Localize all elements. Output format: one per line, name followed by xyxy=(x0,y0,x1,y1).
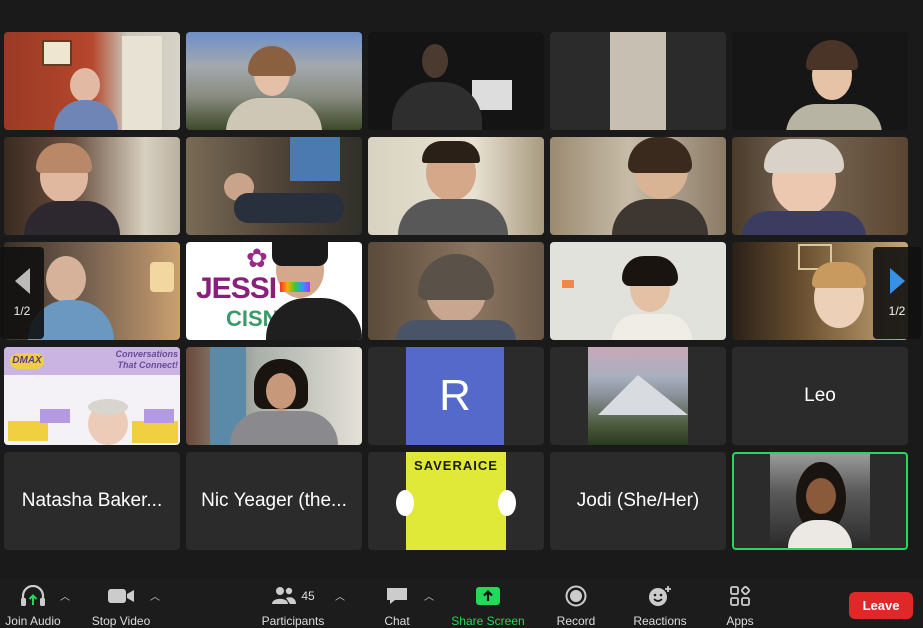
video-tile[interactable]: Natasha Baker... xyxy=(4,452,180,550)
video-tile[interactable]: Jodi (She/Her) xyxy=(550,452,726,550)
leave-button[interactable]: Leave xyxy=(849,592,913,619)
dmax-logo: DMAX xyxy=(10,353,44,369)
profile-picture: SAVERAICE xyxy=(396,452,516,550)
participant-avatar: R xyxy=(406,347,504,445)
chat-bubble-icon xyxy=(385,584,409,608)
apps-button[interactable]: Apps xyxy=(722,584,758,628)
video-tile[interactable] xyxy=(4,137,180,235)
video-tile[interactable]: SAVERAICE xyxy=(368,452,544,550)
participant-name: Jodi (She/Her) xyxy=(576,490,700,511)
video-grid: ✿ JESSI CISN DMAX Conversations That Con… xyxy=(0,0,923,578)
video-tile[interactable] xyxy=(186,347,362,445)
video-tile[interactable] xyxy=(4,32,180,130)
page-indicator: 1/2 xyxy=(13,304,31,318)
video-tile[interactable] xyxy=(368,32,544,130)
audio-options-caret[interactable]: ︿ xyxy=(60,588,70,603)
profile-picture xyxy=(770,454,870,548)
video-tile[interactable] xyxy=(550,347,726,445)
record-icon xyxy=(565,584,587,608)
video-tile[interactable]: Leo xyxy=(732,347,908,445)
video-tile[interactable] xyxy=(368,137,544,235)
profile-picture xyxy=(588,347,688,445)
video-tile[interactable] xyxy=(732,32,908,130)
apps-icon xyxy=(730,584,750,608)
chat-options-caret[interactable]: ︿ xyxy=(424,588,434,603)
video-tile[interactable]: ✿ JESSI CISN xyxy=(186,242,362,340)
participants-button[interactable]: 45 Participants xyxy=(256,584,330,628)
chevron-right-icon xyxy=(889,268,905,294)
participants-options-caret[interactable]: ︿ xyxy=(335,588,345,603)
video-tile[interactable] xyxy=(368,242,544,340)
video-tile[interactable] xyxy=(186,137,362,235)
record-button[interactable]: Record xyxy=(554,584,598,628)
video-tile[interactable] xyxy=(732,137,908,235)
participant-count: 45 xyxy=(301,589,315,603)
join-audio-button[interactable]: Join Audio xyxy=(2,584,64,628)
dmax-tagline: Conversations That Connect! xyxy=(115,349,178,370)
video-camera-icon xyxy=(107,584,135,608)
stop-video-button[interactable]: Stop Video xyxy=(88,584,154,628)
active-speaker-tile[interactable] xyxy=(732,452,908,550)
participant-name: Leo xyxy=(804,385,836,406)
chevron-left-icon xyxy=(14,268,30,294)
participants-icon xyxy=(271,585,297,608)
smiley-add-icon xyxy=(648,584,672,608)
video-options-caret[interactable]: ︿ xyxy=(150,588,160,603)
share-screen-icon xyxy=(475,584,501,608)
headphones-icon xyxy=(20,584,46,608)
participant-name: Natasha Baker... xyxy=(21,490,163,511)
video-tile[interactable] xyxy=(186,32,362,130)
campaign-sign-text: JESSI xyxy=(196,272,277,305)
video-tile[interactable] xyxy=(550,242,726,340)
video-tile[interactable] xyxy=(550,32,726,130)
next-page-button[interactable]: 1/2 xyxy=(873,247,921,339)
video-tile[interactable]: Nic Yeager (the... xyxy=(186,452,362,550)
previous-page-button[interactable]: 1/2 xyxy=(0,247,44,339)
video-tile[interactable]: R xyxy=(368,347,544,445)
chat-button[interactable]: Chat xyxy=(380,584,414,628)
page-indicator: 1/2 xyxy=(888,304,906,318)
participant-name: Nic Yeager (the... xyxy=(201,490,347,511)
reactions-button[interactable]: Reactions xyxy=(628,584,692,628)
saveraice-text: SAVERAICE xyxy=(414,458,498,473)
meeting-toolbar: Join Audio ︿ Stop Video ︿ 45 Participant… xyxy=(0,578,923,628)
video-tile[interactable] xyxy=(550,137,726,235)
share-screen-button[interactable]: Share Screen xyxy=(448,584,528,628)
video-tile[interactable]: DMAX Conversations That Connect! xyxy=(4,347,180,445)
